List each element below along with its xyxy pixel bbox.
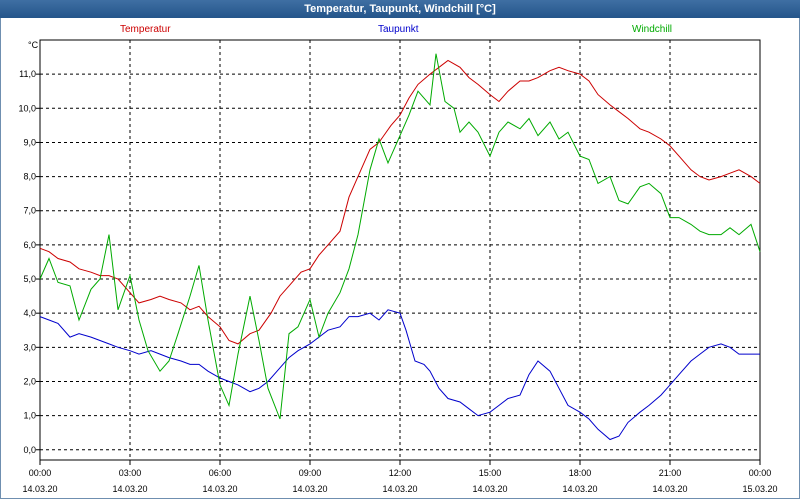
line-chart: 0,0 1,0 2,0 3,0 4,0 5,0 6,0 7,0 8,0 9,0 10,0 11,0 °C… — [18, 39, 778, 494]
x-tick-time: 03:00 — [119, 468, 142, 478]
y-tick-label: 2,0 — [23, 376, 36, 386]
y-tick-label: 6,0 — [23, 240, 36, 250]
y-tick-label: 1,0 — [23, 411, 36, 421]
y-tick-label: 11,0 — [19, 69, 36, 79]
x-tick-date: 14.03.20 — [292, 484, 327, 494]
y-tick-label: 0,0 — [23, 445, 36, 455]
y-tick-label: 5,0 — [23, 274, 36, 284]
x-tick-time: 12:00 — [389, 468, 412, 478]
x-tick-time: 15:00 — [479, 468, 502, 478]
x-tick-date: 14.03.20 — [382, 484, 417, 494]
x-tick-time: 06:00 — [209, 468, 232, 478]
y-tick-label: 3,0 — [23, 342, 36, 352]
x-tick-time: 18:00 — [569, 468, 592, 478]
x-tick-date: 14.03.20 — [472, 484, 507, 494]
y-tick-label: 7,0 — [23, 206, 36, 216]
x-tick-date: 14.03.20 — [112, 484, 147, 494]
x-tick-date: 14.03.20 — [22, 484, 57, 494]
x-tick-time: 00:00 — [749, 468, 772, 478]
x-tick-date: 15.03.20 — [742, 484, 777, 494]
y-axis-label: °C — [28, 40, 39, 50]
y-tick-label: 8,0 — [23, 172, 36, 182]
y-tick-label: 9,0 — [23, 137, 36, 147]
x-tick-date: 14.03.20 — [652, 484, 687, 494]
x-tick-date: 14.03.20 — [562, 484, 597, 494]
x-tick-time: 21:00 — [659, 468, 682, 478]
x-tick-time: 09:00 — [299, 468, 322, 478]
x-tick-date: 14.03.20 — [202, 484, 237, 494]
y-tick-label: 10,0 — [18, 103, 36, 113]
x-tick-time: 00:00 — [29, 468, 52, 478]
y-tick-label: 4,0 — [23, 308, 36, 318]
